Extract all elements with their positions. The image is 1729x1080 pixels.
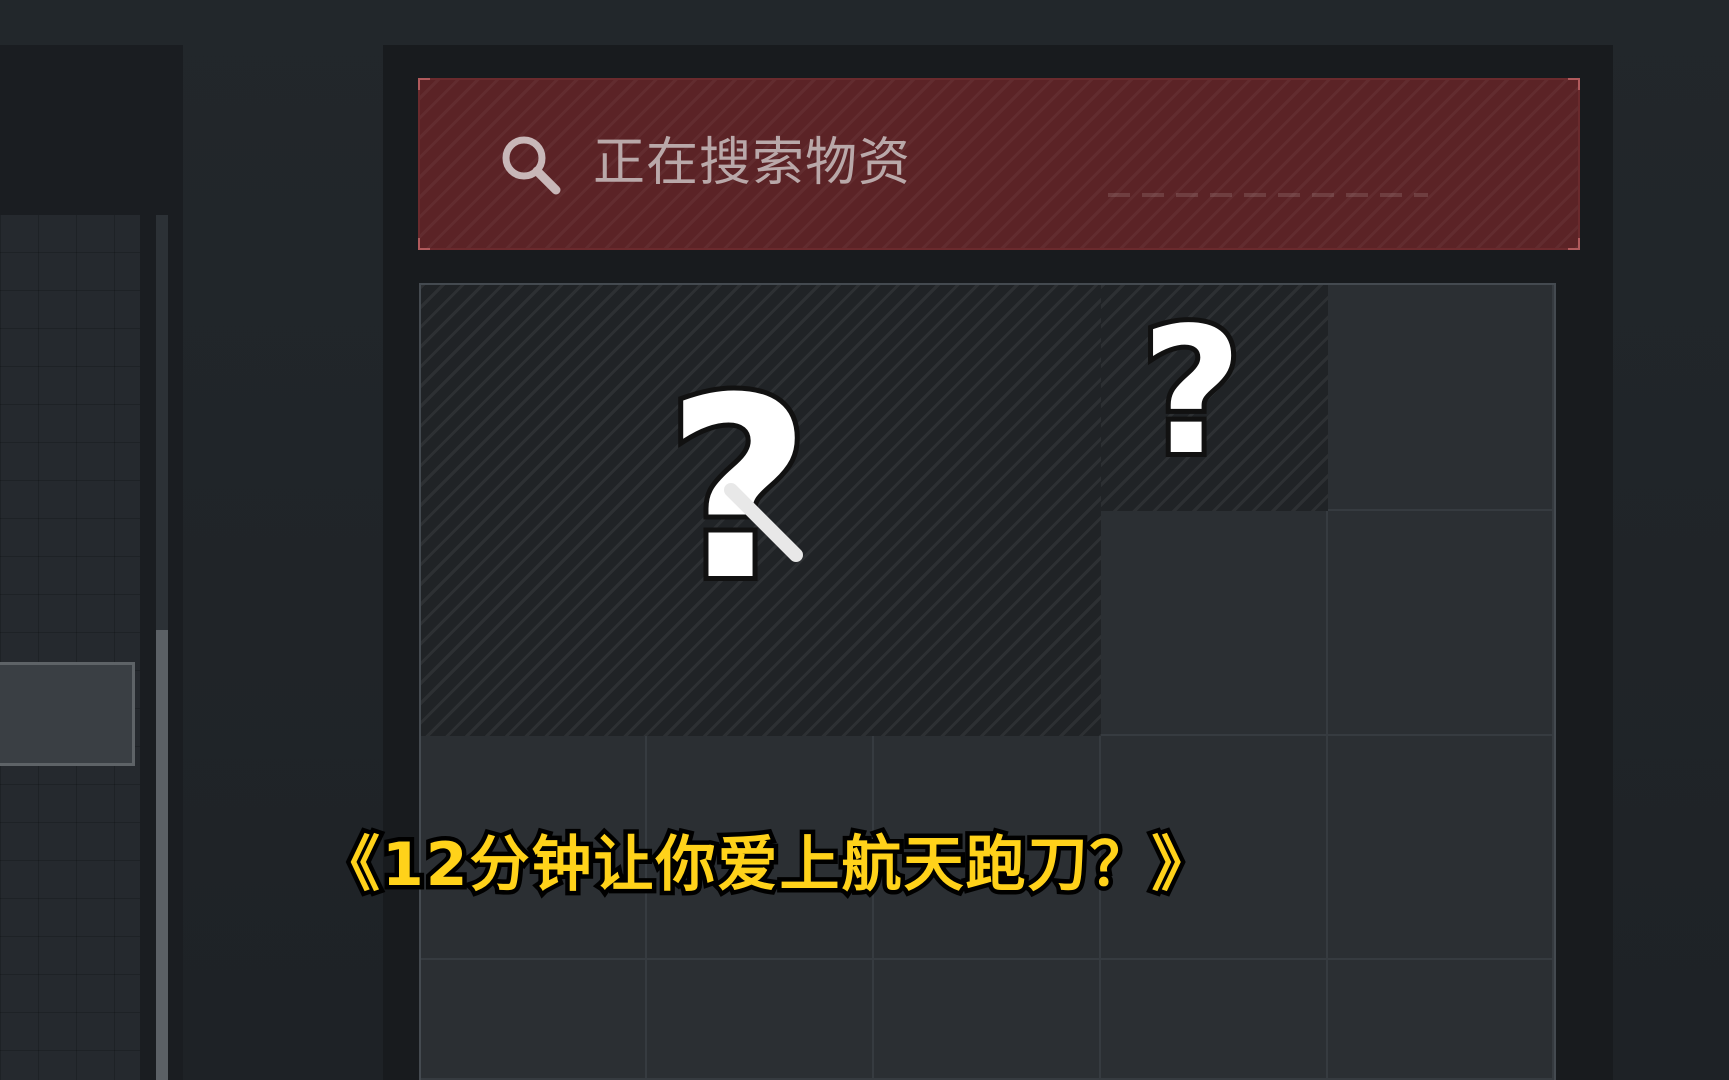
grid-cell[interactable] bbox=[1101, 511, 1328, 736]
header-decoration bbox=[1108, 193, 1428, 197]
unknown-item-small[interactable]: ? bbox=[1101, 285, 1328, 511]
grid-cell[interactable] bbox=[874, 960, 1101, 1080]
search-cursor-icon bbox=[724, 483, 803, 562]
header-corner bbox=[1568, 238, 1580, 250]
question-mark-icon: ? bbox=[1136, 291, 1247, 494]
left-inventory-slot[interactable] bbox=[0, 662, 135, 766]
search-status-text: 正在搜索物资 bbox=[593, 133, 912, 193]
left-scrollbar-thumb[interactable] bbox=[156, 630, 168, 1080]
grid-cell[interactable] bbox=[1328, 960, 1554, 1080]
grid-cell[interactable] bbox=[1101, 960, 1328, 1080]
search-status-header: 正在搜索物资 bbox=[418, 78, 1580, 250]
grid-cell[interactable] bbox=[1328, 511, 1554, 736]
grid-cell[interactable] bbox=[1328, 285, 1554, 511]
header-corner bbox=[1568, 78, 1580, 90]
unknown-item-large[interactable]: ? bbox=[421, 285, 1101, 736]
loot-grid: ? ? bbox=[419, 283, 1556, 1080]
grid-cell[interactable] bbox=[647, 960, 874, 1080]
video-subtitle: 《12分钟让你爱上航天跑刀？》 bbox=[316, 826, 1217, 905]
game-screen: 正在搜索物资 ? ? 《12分钟让你爱上航天跑刀？》 bbox=[0, 0, 1729, 1080]
left-inventory-grid bbox=[0, 215, 140, 1080]
search-icon bbox=[502, 136, 561, 195]
grid-cell[interactable] bbox=[421, 960, 647, 1080]
header-corner bbox=[418, 238, 430, 250]
header-corner bbox=[418, 78, 430, 90]
